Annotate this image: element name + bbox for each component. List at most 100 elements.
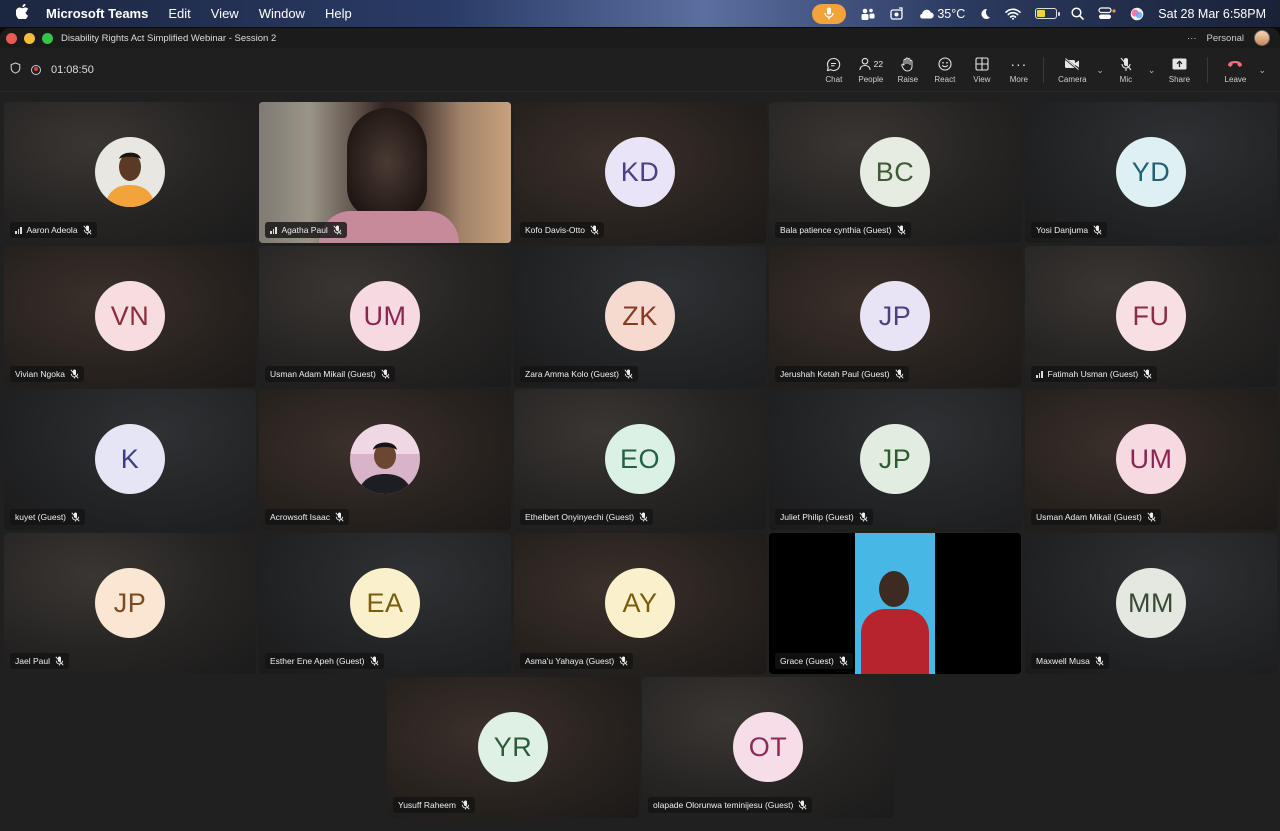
mic-muted-icon: [859, 512, 868, 522]
leave-button[interactable]: Leave: [1214, 56, 1256, 84]
participant-tile[interactable]: BC Bala patience cynthia (Guest): [769, 102, 1021, 243]
participant-initials-avatar: JP: [860, 424, 930, 494]
participant-initials-avatar: EA: [350, 568, 420, 638]
participant-tile[interactable]: JP Jael Paul: [4, 533, 256, 674]
menu-view[interactable]: View: [211, 6, 239, 21]
participant-name-tag: Esther Ene Apeh (Guest): [265, 653, 384, 669]
participant-name: Jerushah Ketah Paul (Guest): [780, 369, 890, 379]
participant-tile[interactable]: JP Jerushah Ketah Paul (Guest): [769, 246, 1021, 387]
participant-tile[interactable]: AY Asma'u Yahaya (Guest): [514, 533, 766, 674]
mic-muted-icon: [624, 369, 633, 379]
share-button[interactable]: Share: [1157, 56, 1201, 84]
mic-muted-icon: [381, 369, 390, 379]
participant-tile[interactable]: Kkuyet (Guest): [4, 389, 256, 530]
participant-tile[interactable]: Grace (Guest): [769, 533, 1021, 674]
menu-bar-clock[interactable]: Sat 28 Mar 6:58PM: [1158, 7, 1266, 21]
close-window-button[interactable]: [6, 32, 17, 44]
participant-name: Yusuff Raheem: [398, 800, 456, 810]
mic-muted-icon: [896, 225, 906, 235]
participant-initials-avatar: ZK: [605, 281, 675, 351]
teams-meeting-window: Disability Rights Act Simplified Webinar…: [0, 28, 1280, 831]
participant-name: Esther Ene Apeh (Guest): [270, 656, 365, 666]
meeting-toolbar: 01:08:50 Chat 22 People Raise React View…: [0, 48, 1280, 92]
menu-edit[interactable]: Edit: [168, 6, 190, 21]
moon-icon[interactable]: [979, 6, 991, 22]
participant-name: Juliet Philip (Guest): [780, 512, 854, 522]
participant-tile[interactable]: FU Fatimah Usman (Guest): [1025, 246, 1277, 387]
participant-tile[interactable]: KD Kofo Davis-Otto: [514, 102, 766, 243]
control-center-icon[interactable]: [1098, 6, 1116, 22]
weather-widget[interactable]: 35°C: [918, 6, 965, 22]
battery-icon[interactable]: [1035, 8, 1061, 19]
more-options-icon[interactable]: ···: [1187, 33, 1197, 44]
participant-tile[interactable]: ZK Zara Amma Kolo (Guest): [514, 246, 766, 387]
window-title: Disability Rights Act Simplified Webinar…: [61, 32, 277, 44]
menu-window[interactable]: Window: [259, 6, 305, 21]
wifi-icon[interactable]: [1005, 6, 1022, 22]
participant-tile[interactable]: Acrowsoft Isaac: [259, 389, 511, 530]
participant-name: Asma'u Yahaya (Guest): [525, 656, 615, 666]
participant-initials-avatar: UM: [1116, 424, 1186, 494]
view-label: View: [973, 75, 991, 84]
chat-button[interactable]: Chat: [815, 56, 852, 84]
participant-tile[interactable]: EO Ethelbert Onyinyechi (Guest): [514, 389, 766, 530]
participant-initials-avatar: FU: [1116, 281, 1186, 351]
mic-muted-icon: [461, 800, 470, 810]
camera-button[interactable]: Camera: [1050, 56, 1094, 84]
mic-in-use-indicator[interactable]: [812, 3, 847, 24]
mic-muted-icon: [639, 512, 648, 522]
participant-initials-avatar: VN: [95, 281, 165, 351]
participant-tile[interactable]: YR Yusuff Raheem: [387, 677, 639, 818]
people-button[interactable]: 22 People: [852, 56, 889, 84]
mic-options-chevron-icon[interactable]: ⌄: [1148, 65, 1156, 76]
participant-name: Jael Paul: [15, 656, 50, 666]
search-icon[interactable]: [1071, 6, 1085, 22]
participant-tile[interactable]: VN Vivian Ngoka: [4, 246, 256, 387]
leave-options-chevron-icon[interactable]: ⌄: [1258, 65, 1266, 76]
participant-tile[interactable]: OT olapade Olorunwa teminijesu (Guest): [642, 677, 894, 818]
apple-icon[interactable]: [15, 3, 32, 23]
participant-name-tag: Kofo Davis-Otto: [520, 222, 604, 238]
camera-options-chevron-icon[interactable]: ⌄: [1096, 65, 1104, 76]
mic-muted-icon: [55, 656, 64, 666]
recording-icon: [31, 64, 41, 75]
zoom-window-button[interactable]: [42, 32, 53, 44]
participant-tile[interactable]: Agatha Paul: [259, 102, 511, 243]
camera-off-icon: [1064, 56, 1080, 72]
screen-share-status-icon[interactable]: [890, 6, 904, 22]
people-count: 22: [873, 59, 884, 69]
participant-name: olapade Olorunwa teminijesu (Guest): [653, 800, 794, 810]
participant-tile[interactable]: EA Esther Ene Apeh (Guest): [259, 533, 511, 674]
participant-tile[interactable]: JP Juliet Philip (Guest): [769, 389, 1021, 530]
shield-icon[interactable]: [10, 62, 21, 77]
participant-tile[interactable]: MM Maxwell Musa: [1025, 533, 1277, 674]
minimize-window-button[interactable]: [24, 32, 35, 44]
mic-muted-icon: [369, 656, 379, 666]
siri-icon[interactable]: [1130, 6, 1144, 22]
app-name[interactable]: Microsoft Teams: [46, 6, 148, 21]
cloud-icon: [920, 9, 935, 19]
participant-name: Agatha Paul: [281, 225, 328, 235]
ellipsis-icon: ···: [1010, 56, 1028, 72]
participant-name-tag: Yosi Danjuma: [1031, 222, 1108, 238]
mic-button[interactable]: Mic: [1106, 56, 1146, 84]
participant-tile[interactable]: UM Usman Adam Mikail (Guest): [1025, 389, 1277, 530]
participant-avatar-photo: [350, 424, 420, 494]
more-button[interactable]: ··· More: [1000, 56, 1037, 84]
participant-name: Usman Adam Mikail (Guest): [1036, 512, 1142, 522]
participant-name: kuyet (Guest): [15, 512, 67, 522]
teams-status-icon[interactable]: [860, 6, 876, 22]
leave-label: Leave: [1224, 75, 1247, 84]
view-button[interactable]: View: [963, 56, 1000, 84]
share-label: Share: [1168, 75, 1191, 84]
microphone-icon: [824, 7, 834, 20]
profile-avatar[interactable]: [1254, 30, 1270, 46]
account-label[interactable]: Personal: [1207, 33, 1245, 44]
participant-initials-avatar: K: [95, 424, 165, 494]
raise-hand-button[interactable]: Raise: [889, 56, 926, 84]
participant-tile[interactable]: YD Yosi Danjuma: [1025, 102, 1277, 243]
participant-tile[interactable]: Aaron Adeola: [4, 102, 256, 243]
react-button[interactable]: React: [926, 56, 963, 84]
menu-help[interactable]: Help: [325, 6, 352, 21]
participant-tile[interactable]: UM Usman Adam Mikail (Guest): [259, 246, 511, 387]
